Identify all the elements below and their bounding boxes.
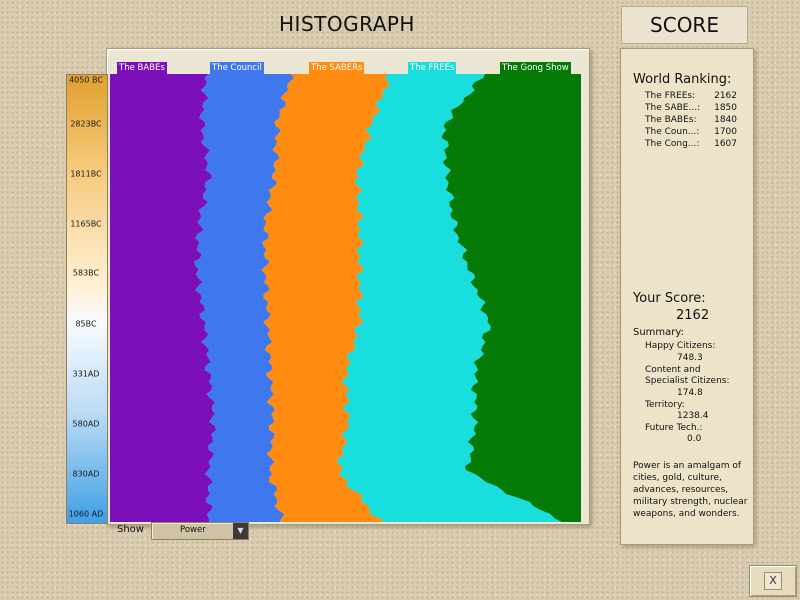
time-tick: 85BC — [75, 319, 97, 329]
ranking-name: The FREEs: — [645, 91, 696, 101]
summary-label: Summary: — [633, 327, 684, 338]
world-ranking-title: World Ranking: — [633, 72, 732, 87]
time-tick: 1811BC — [70, 169, 102, 179]
your-score-title: Your Score: — [633, 291, 706, 306]
score-panel: World Ranking: The FREEs: 2162 The SABE.… — [620, 48, 754, 545]
time-scale-strip — [66, 74, 108, 524]
territory-label: Territory: — [645, 400, 685, 410]
ranking-row: The Cong...: 1607 — [645, 139, 745, 151]
power-description: Power is an amalgam of cities, gold, cul… — [633, 461, 748, 519]
score-tab[interactable]: SCORE — [621, 6, 748, 44]
time-tick: 4050 BC — [69, 75, 103, 85]
time-tick: 331AD — [72, 369, 100, 379]
ranking-name: The Coun...: — [645, 127, 700, 137]
ranking-name: The BABEs: — [645, 115, 697, 125]
dropdown-arrow-icon[interactable]: ▼ — [233, 523, 248, 539]
close-button[interactable]: X — [749, 565, 797, 597]
ranking-row: The FREEs: 2162 — [645, 91, 745, 103]
your-score-value: 2162 — [676, 308, 710, 323]
time-tick: 2823BC — [70, 119, 102, 129]
ranking-name: The Cong...: — [645, 139, 700, 149]
histograph-title: HISTOGRAPH — [279, 12, 415, 36]
happy-citizens-label: Happy Citizens: — [645, 341, 716, 351]
series-area — [110, 74, 216, 522]
show-selected-value: Power — [180, 525, 206, 535]
time-tick: 1165BC — [70, 219, 102, 229]
show-label: Show — [117, 524, 144, 535]
close-icon[interactable]: X — [764, 572, 782, 590]
civ-label-sabers: The SABERs — [309, 62, 365, 74]
civ-label-frees: The FREEs — [408, 62, 457, 74]
ranking-score: 2162 — [714, 91, 737, 101]
ranking-score: 1850 — [714, 103, 737, 113]
civ-label-babes: The BABEs — [117, 62, 167, 74]
ranking-score: 1607 — [714, 139, 737, 149]
future-tech-value: 0.0 — [687, 434, 702, 444]
future-tech-label: Future Tech.: — [645, 423, 703, 433]
time-tick: 580AD — [72, 419, 100, 429]
ranking-row: The SABE...: 1850 — [645, 103, 745, 115]
show-dropdown[interactable]: Power ▼ — [151, 522, 249, 540]
ranking-name: The SABE...: — [645, 103, 701, 113]
civ-label-council: The Council — [210, 62, 264, 74]
time-tick: 1060 AD — [68, 509, 104, 519]
ranking-score: 1700 — [714, 127, 737, 137]
ranking-row: The BABEs: 1840 — [645, 115, 745, 127]
civ-label-gong-show: The Gong Show — [500, 62, 571, 74]
content-label: Content and — [645, 365, 701, 375]
histograph-chart — [110, 74, 581, 522]
specialist-label: Specialist Citizens: — [645, 376, 730, 386]
happy-citizens-value: 748.3 — [677, 353, 703, 363]
time-tick: 830AD — [72, 469, 100, 479]
ranking-score: 1840 — [714, 115, 737, 125]
ranking-row: The Coun...: 1700 — [645, 127, 745, 139]
time-tick: 583BC — [72, 268, 100, 278]
content-specialist-value: 174.8 — [677, 388, 703, 398]
territory-value: 1238.4 — [677, 411, 709, 421]
